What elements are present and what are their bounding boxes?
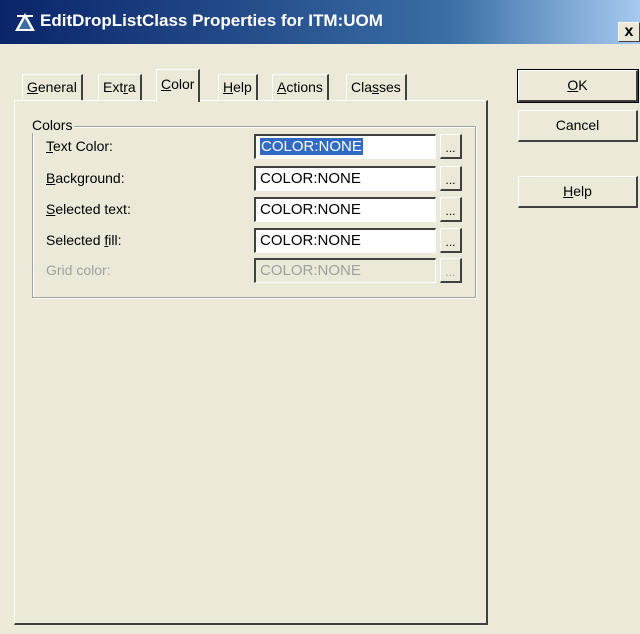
ok-button[interactable]: OK — [517, 69, 639, 103]
grid-color-label: Grid color: — [46, 262, 111, 278]
close-button[interactable]: x — [618, 22, 640, 42]
app-icon — [14, 12, 36, 32]
tab-help[interactable]: Help — [218, 74, 258, 100]
close-icon: x — [624, 23, 634, 40]
cancel-button[interactable]: Cancel — [518, 110, 638, 142]
colors-group-legend: Colors — [30, 117, 75, 133]
title-bar: EditDropListClass Properties for ITM:UOM — [0, 0, 640, 44]
selected-fill-field[interactable]: COLOR:NONE — [254, 228, 436, 253]
window-title: EditDropListClass Properties for ITM:UOM — [40, 11, 383, 30]
selected-text-label: Selected text: — [46, 201, 131, 217]
selected-text-browse-button[interactable]: ... — [440, 197, 462, 222]
selected-fill-browse-button[interactable]: ... — [440, 228, 462, 253]
selected-text-field[interactable]: COLOR:NONE — [254, 197, 436, 222]
text-color-field[interactable]: COLOR:NONE — [254, 134, 436, 159]
tab-extra[interactable]: Extra — [98, 74, 142, 100]
grid-color-browse-button: ... — [440, 258, 462, 283]
selected-fill-label: Selected fill: — [46, 232, 122, 248]
background-browse-button[interactable]: ... — [440, 166, 462, 191]
text-color-label: Text Color: — [46, 138, 113, 154]
text-color-browse-button[interactable]: ... — [440, 134, 462, 159]
background-label: Background: — [46, 170, 125, 186]
background-field[interactable]: COLOR:NONE — [254, 166, 436, 191]
tab-color[interactable]: Color — [156, 69, 201, 102]
help-button[interactable]: Help — [518, 176, 638, 208]
tab-classes[interactable]: Classes — [346, 74, 407, 100]
tab-actions[interactable]: Actions — [272, 74, 329, 100]
grid-color-field: COLOR:NONE — [254, 258, 436, 283]
tab-general[interactable]: General — [22, 74, 83, 100]
